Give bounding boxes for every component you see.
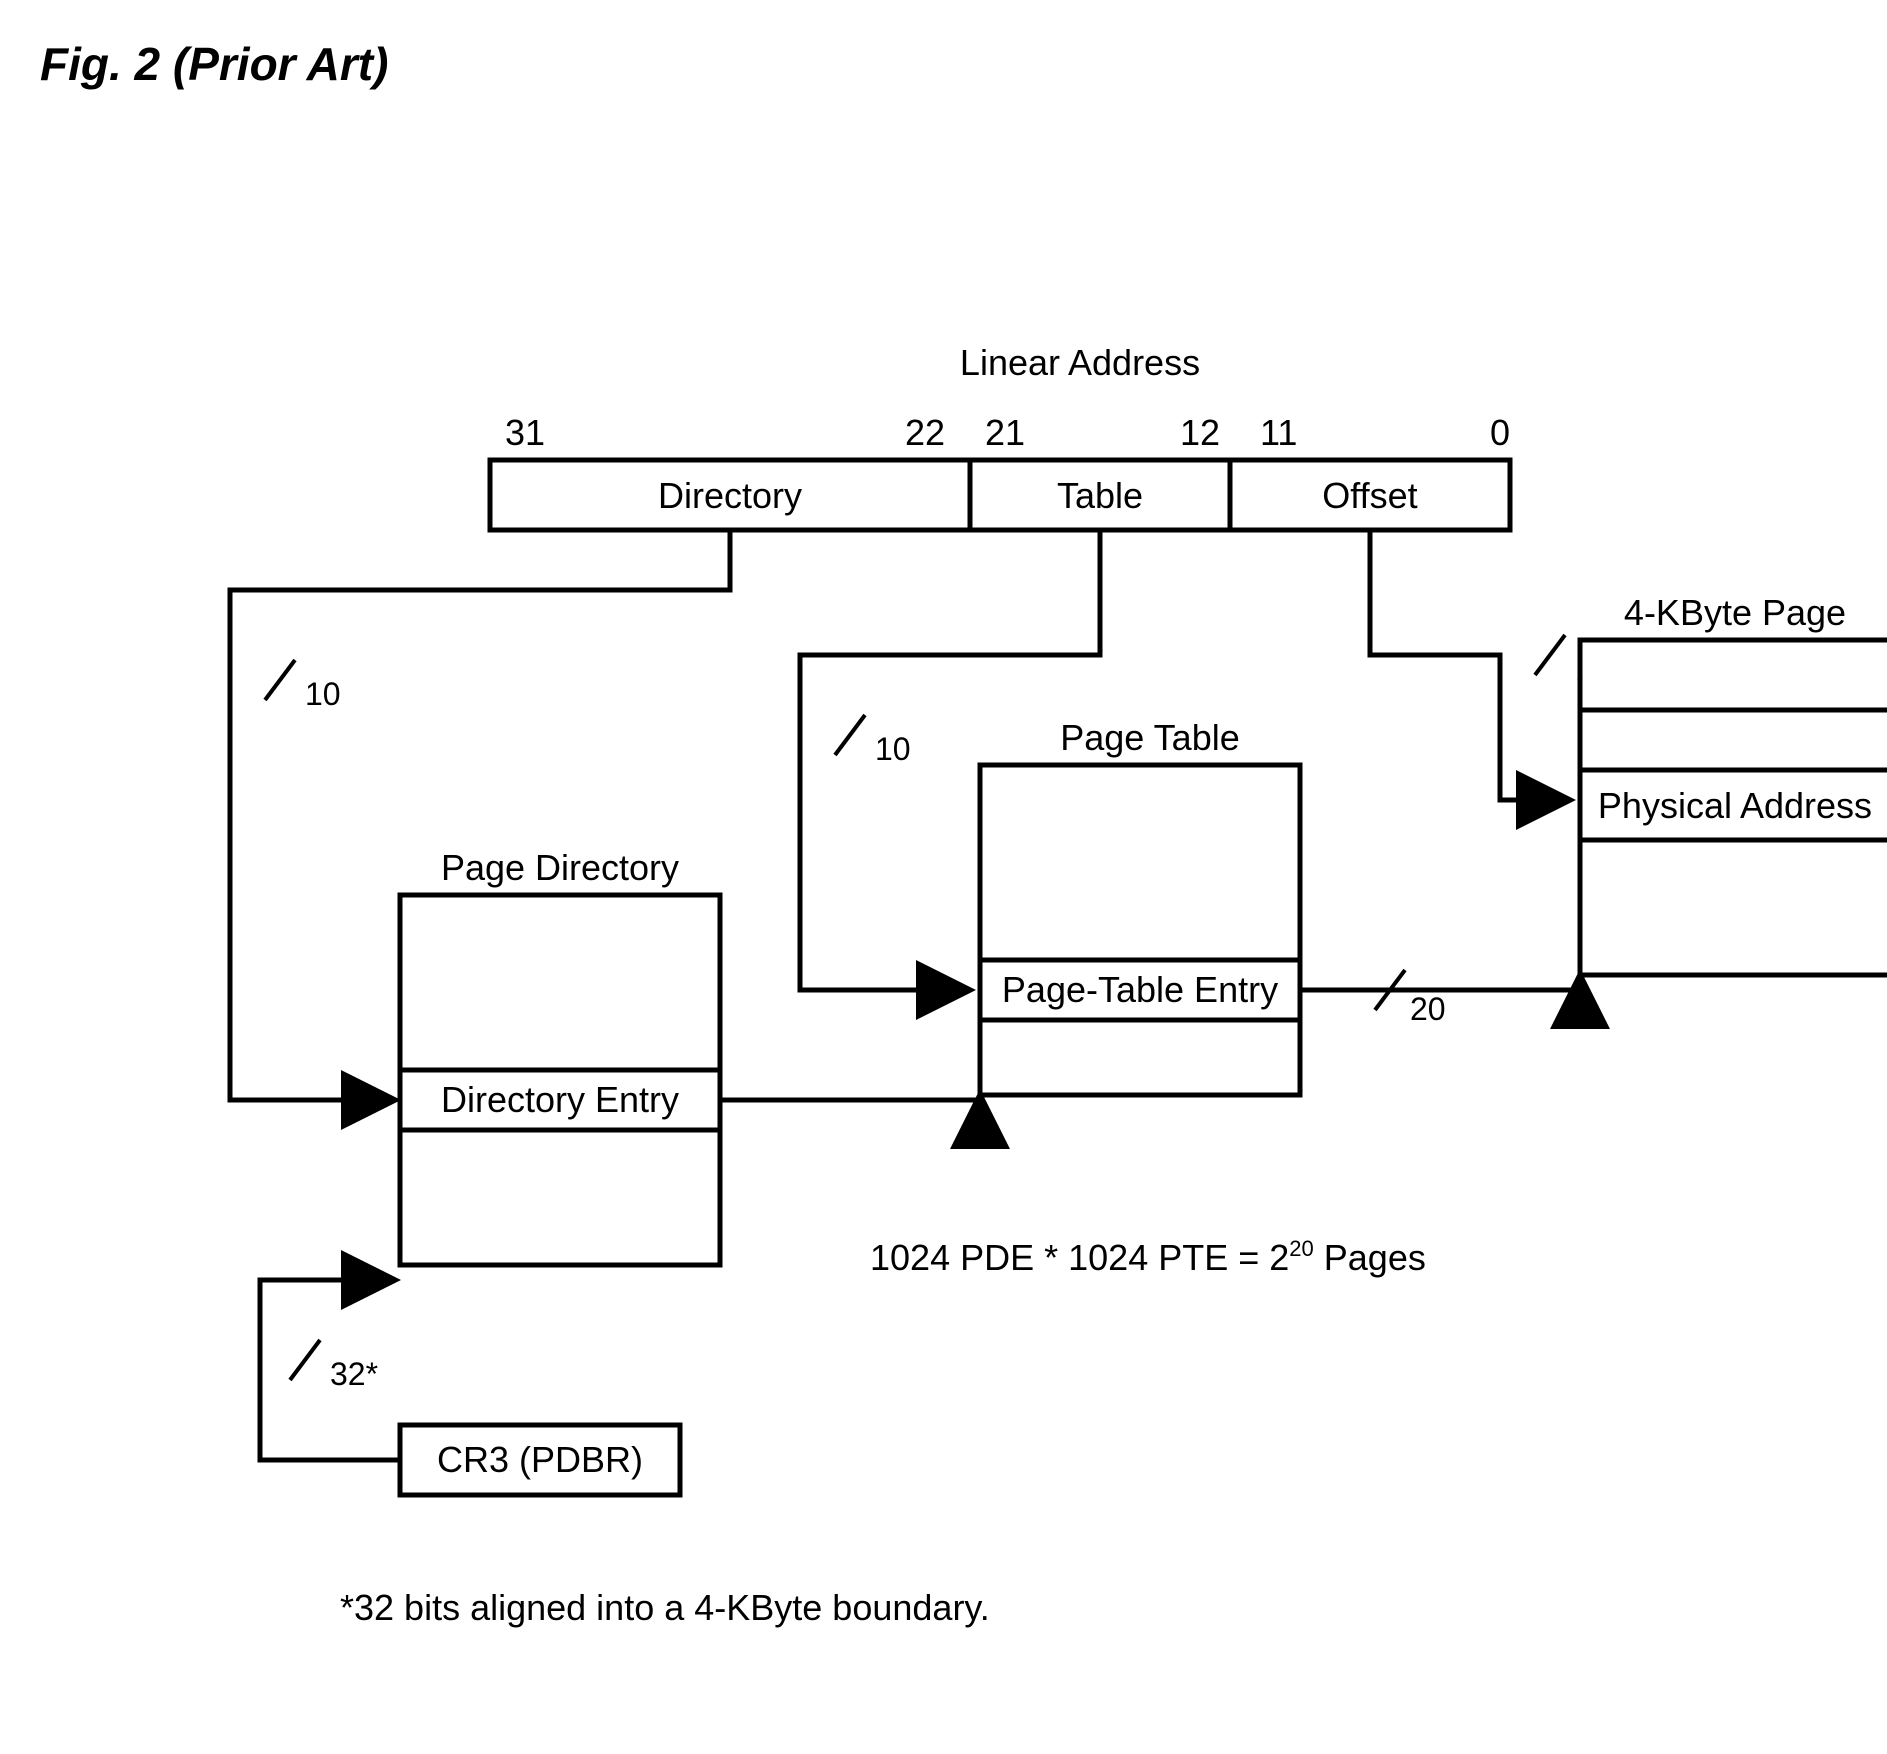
bit-11: 11 xyxy=(1260,412,1297,453)
dirent-to-pagetable xyxy=(720,1095,980,1100)
table-field: Table xyxy=(1057,475,1143,516)
offset-path xyxy=(1370,530,1570,800)
page-box: Physical Address xyxy=(1580,640,1887,975)
bus-cr3: 32* xyxy=(330,1356,378,1392)
equation: 1024 PDE * 1024 PTE = 220 Pages xyxy=(870,1236,1426,1278)
bit-22: 22 xyxy=(905,412,945,453)
bit-12: 12 xyxy=(1180,412,1220,453)
bit-0: 0 xyxy=(1490,412,1510,453)
bus-dir: 10 xyxy=(305,676,341,712)
page-directory-box: Directory Entry xyxy=(400,895,720,1265)
page-table-label: Page Table xyxy=(1060,717,1240,758)
pte-to-page xyxy=(1300,975,1580,990)
bit-21: 21 xyxy=(985,412,1025,453)
offset-field: Offset xyxy=(1322,475,1417,516)
linear-address-box: Directory Table Offset xyxy=(490,460,1510,530)
page-table-box: Page-Table Entry xyxy=(980,765,1300,1095)
directory-entry: Directory Entry xyxy=(441,1079,679,1120)
physical-address: Physical Address xyxy=(1598,785,1872,826)
cr3-box: CR3 (PDBR) xyxy=(400,1425,680,1495)
footnote: *32 bits aligned into a 4-KByte boundary… xyxy=(340,1587,990,1628)
cr3-label: CR3 (PDBR) xyxy=(437,1439,643,1480)
directory-field: Directory xyxy=(658,475,802,516)
bus-pte: 20 xyxy=(1410,991,1446,1027)
diagram-root: Fig. 2 (Prior Art) Linear Address 31 22 … xyxy=(0,0,1887,1754)
bit-31: 31 xyxy=(505,412,545,453)
figure-title: Fig. 2 (Prior Art) xyxy=(40,38,388,90)
bus-tbl: 10 xyxy=(875,731,911,767)
page-directory-label: Page Directory xyxy=(441,847,679,888)
linear-address-label: Linear Address xyxy=(960,342,1200,383)
page-table-entry: Page-Table Entry xyxy=(1002,969,1278,1010)
page-label: 4-KByte Page xyxy=(1624,592,1846,633)
